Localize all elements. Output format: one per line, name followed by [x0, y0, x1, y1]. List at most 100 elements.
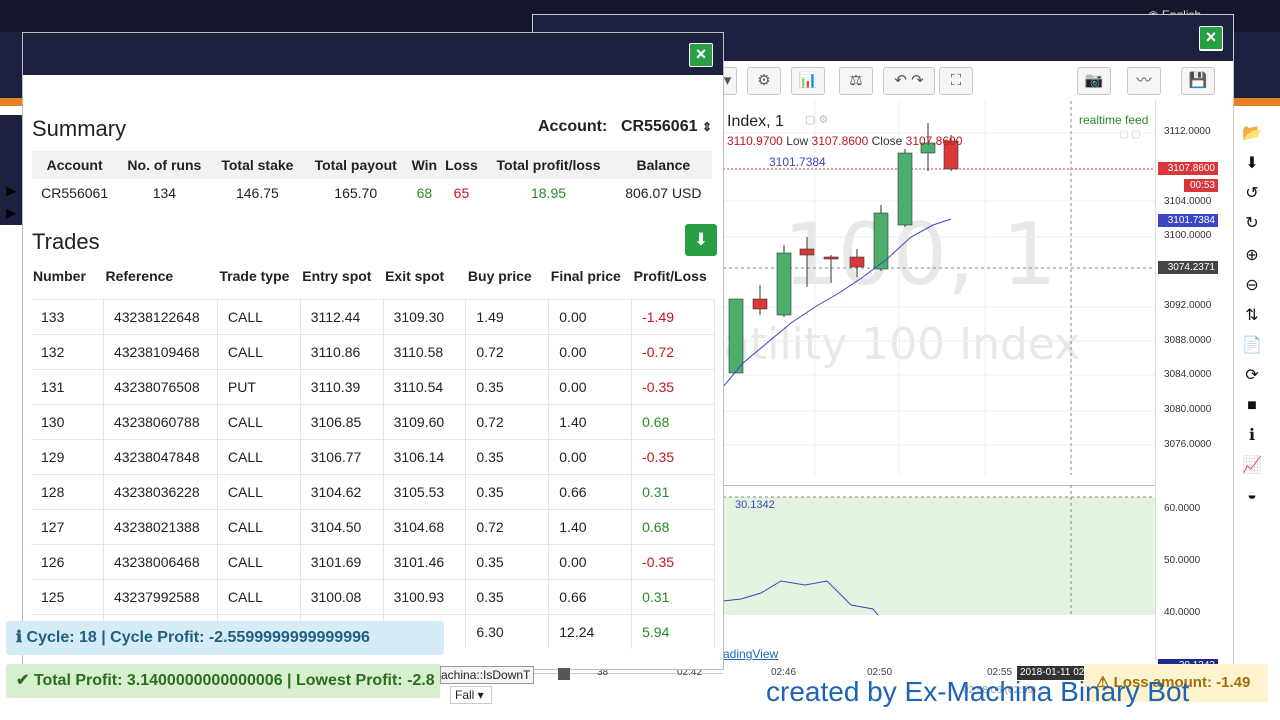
cell-profit-loss: -0.35	[631, 438, 715, 474]
instrument-title: Index, 1	[727, 113, 784, 130]
cell-final-price: 12.24	[548, 613, 633, 649]
download-icon[interactable]: ⬇	[1242, 154, 1262, 174]
chart-dialog-close-button[interactable]: ×	[1199, 26, 1223, 50]
column-header: Exit spot	[385, 268, 445, 284]
summary-table: Account No. of runs Total stake Total pa…	[32, 151, 712, 207]
cell-stake: 146.75	[235, 185, 279, 201]
cell-exit-spot: 3110.58	[383, 333, 467, 369]
cell-win: 68	[416, 185, 433, 201]
block-label[interactable]: achina::IsDownT	[440, 666, 534, 684]
y-tick: 3088.0000	[1164, 335, 1212, 346]
cell-number: 126	[31, 543, 104, 579]
cell-entry-spot: 3106.85	[300, 403, 384, 439]
download-trades-button[interactable]: ⬇	[685, 224, 717, 256]
cell-reference: 43238036228	[103, 473, 218, 509]
cell-buy-price: 0.72	[465, 403, 550, 439]
sort-icon[interactable]: ⇅	[1242, 306, 1262, 326]
indicator-tick: 60.0000	[1164, 503, 1201, 514]
direction-select[interactable]: Fall ▾	[450, 686, 492, 704]
cell-final-price: 0.66	[548, 473, 633, 509]
cell-number: 129	[31, 438, 104, 474]
cell-trade-type: CALL	[217, 543, 301, 579]
play-icon[interactable]: ▶	[6, 205, 16, 221]
column-header: Number	[33, 268, 86, 284]
zoom-in-icon[interactable]: ⊕	[1242, 246, 1262, 266]
ma-tag: 3101.7384	[1158, 214, 1218, 227]
table-row: 130 43238060788 CALL 3106.85 3109.60 0.72 1.40…	[31, 403, 715, 439]
cell-buy-price: 1.49	[465, 298, 550, 334]
camera-icon[interactable]: 📷	[1077, 67, 1111, 95]
cell-buy-price: 0.72	[465, 333, 550, 369]
account-select[interactable]: CR556061 ⇕	[621, 118, 712, 136]
undo-icon[interactable]: ↶	[894, 72, 907, 89]
save-icon[interactable]: 💾	[1181, 67, 1215, 95]
column-header: Total payout	[303, 151, 409, 179]
cell-profit-loss: -0.35	[631, 368, 715, 404]
cell-final-price: 1.40	[548, 508, 633, 544]
download-icon: ⬇	[693, 230, 709, 249]
legend-controls[interactable]: ▢ ⚙	[805, 113, 828, 126]
undo-icon[interactable]: ↺	[1242, 184, 1262, 204]
realtime-feed-label: realtime feed	[1079, 113, 1149, 127]
trades-heading: Trades	[32, 229, 100, 254]
redo-icon[interactable]: ↷	[911, 72, 924, 89]
cell-profit-loss: 5.94	[631, 613, 715, 649]
cell-profit-loss: 0.68	[631, 403, 715, 439]
cell-entry-spot: 3110.86	[300, 333, 384, 369]
stop-icon[interactable]: ■	[1242, 396, 1262, 416]
y-tick: 3080.0000	[1164, 404, 1212, 415]
table-row: 129 43238047848 CALL 3106.77 3106.14 0.35 0.00…	[31, 438, 715, 474]
cell-final-price: 1.40	[548, 403, 633, 439]
dashboard-icon[interactable]: ◒	[1242, 486, 1262, 506]
cell-loss: 65	[453, 185, 470, 201]
indicators-icon[interactable]: 📊	[791, 67, 825, 95]
summary-close-button[interactable]: ×	[689, 43, 713, 67]
cell-buy-price: 0.35	[465, 543, 550, 579]
stop-icon[interactable]	[558, 668, 570, 680]
fullscreen-icon[interactable]: ⛶	[939, 67, 973, 95]
cell-reference: 43238109468	[103, 333, 218, 369]
column-header: Total stake	[211, 151, 304, 179]
workspace-toolbar: 📂 ⬇ ↺ ↻ ⊕ ⊖ ⇅ 📄 ⟳ ■ ℹ 📈 ◒	[1234, 118, 1268, 518]
table-row: 127 43238021388 CALL 3104.50 3104.68 0.72 1.40…	[31, 508, 715, 544]
blockly-fragment: achina::IsDownT Fall ▾	[440, 664, 534, 720]
cell-number: 131	[31, 368, 104, 404]
total-profit-notification: ✔ Total Profit: 3.1400000000000006 | Low…	[6, 664, 444, 698]
price-axis[interactable]: 3112.0000 3107.8600 00:53 3104.0000 3101…	[1155, 101, 1223, 672]
redo-icon[interactable]: ↻	[1242, 214, 1262, 234]
indicator-tick: 40.0000	[1164, 607, 1201, 618]
column-header: Entry spot	[302, 268, 372, 284]
cell-buy-price: 6.30	[465, 613, 550, 649]
y-tick: 3084.0000	[1164, 369, 1212, 380]
tradingview-link[interactable]: adingView	[723, 647, 778, 661]
cell-entry-spot: 3106.77	[300, 438, 384, 474]
price-plot[interactable]: 100, 1 atility 100 Index Index, 1 ▢ ⚙ 31…	[723, 101, 1155, 475]
cell-exit-spot: 3104.68	[383, 508, 467, 544]
y-tick: 3100.0000	[1164, 230, 1212, 241]
chart-area[interactable]: 100, 1 atility 100 Index Index, 1 ▢ ⚙ 31…	[723, 101, 1223, 677]
summary-titlebar[interactable]	[23, 33, 723, 75]
cell-exit-spot: 3109.30	[383, 298, 467, 334]
comparison-icon[interactable]: ⚖	[839, 67, 873, 95]
folder-open-icon[interactable]: 📂	[1242, 124, 1262, 144]
settings-icon[interactable]: ⚙	[747, 67, 781, 95]
candle-timer-tag: 00:53	[1184, 179, 1218, 192]
cell-number: 133	[31, 298, 104, 334]
zoom-out-icon[interactable]: ⊖	[1242, 276, 1262, 296]
cell-entry-spot: 3101.69	[300, 543, 384, 579]
play-icon[interactable]: ▶	[6, 183, 16, 199]
indicator-panel[interactable]: 30.1342	[723, 485, 1155, 615]
cell-entry-spot: 3112.44	[300, 298, 384, 334]
cursor-price-tag: 3074.2371	[1158, 261, 1218, 274]
cell-buy-price: 0.35	[465, 368, 550, 404]
line-chart-icon[interactable]: 📈	[1242, 456, 1262, 476]
refresh-icon[interactable]: ⟳	[1242, 366, 1262, 386]
column-header: Win	[408, 151, 441, 179]
info-icon[interactable]: ℹ	[1242, 426, 1262, 446]
cell-reference: 43238006468	[103, 543, 218, 579]
document-icon[interactable]: 📄	[1242, 336, 1262, 356]
cell-reference: 43238060788	[103, 403, 218, 439]
cell-exit-spot: 3105.53	[383, 473, 467, 509]
line-chart-icon[interactable]: 〰	[1127, 67, 1161, 95]
realtime-controls[interactable]: ▢ ▢	[1119, 129, 1141, 140]
